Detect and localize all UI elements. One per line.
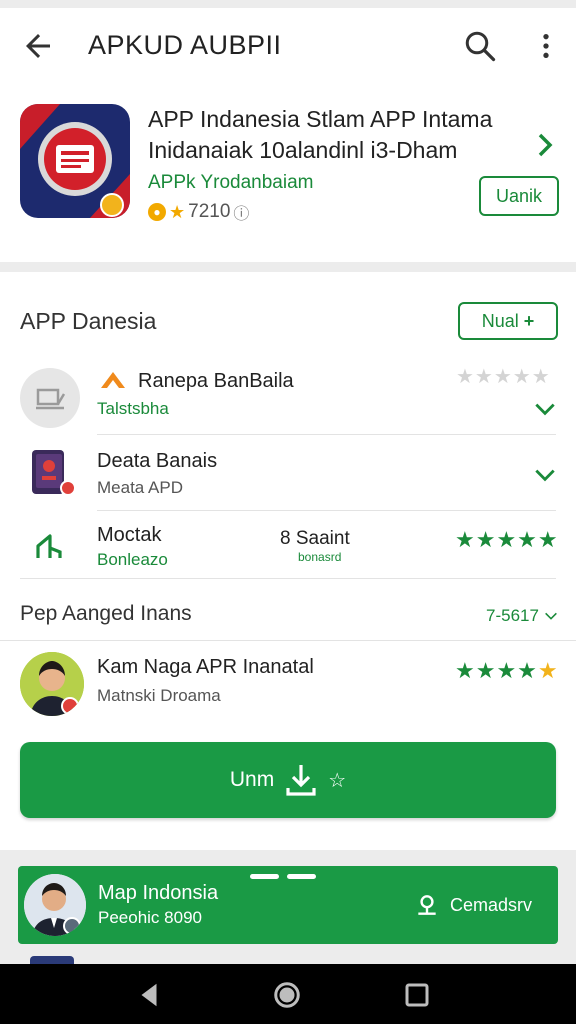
book-app-icon — [30, 448, 76, 498]
nav-recents-icon[interactable] — [402, 980, 432, 1010]
system-nav-bar — [0, 964, 576, 1024]
app-title: APP Indanesia Stlam APP Intama Inidanaia… — [148, 106, 493, 163]
item-name: Deata Banais — [97, 450, 218, 472]
page-title: APKUD AUBPII — [88, 30, 282, 60]
list-item[interactable]: Kam Naga APR Inanatal Matnski Droama ★★★… — [0, 648, 576, 718]
award-icon — [418, 895, 436, 915]
chevron-down-icon — [545, 612, 557, 620]
list-item[interactable]: Ranepa BanBaila Talstsbha ★★★★★ — [0, 362, 576, 434]
item-sub: Bonleazo — [97, 550, 168, 569]
download-label: Unm — [229, 768, 275, 791]
more-vert-icon[interactable] — [530, 28, 562, 64]
person-name: Kam Naga APR Inanatal — [97, 656, 314, 678]
item-mid-label: 8 Saaint — [280, 528, 350, 549]
app-card[interactable]: APP Indanesia Stlam APP Intama Inidanaia… — [0, 86, 576, 262]
arrow-back-icon[interactable] — [20, 28, 56, 64]
download-button[interactable]: Unm ☆ — [20, 742, 556, 818]
item-name: Ranepa BanBaila — [138, 370, 294, 392]
star-icon: ★ — [169, 201, 186, 222]
person-sub: Matnski Droama — [97, 686, 221, 705]
group-value-text: 7-5617 — [486, 606, 539, 625]
list-item[interactable]: Moctak Bonleazo 8 Saaint bonasrd ★★★★★ — [0, 518, 576, 578]
list-item[interactable]: Deata Banais Meata APD — [0, 442, 576, 512]
app-developer[interactable]: APPk Yrodanbaiam — [148, 172, 313, 194]
divider — [20, 578, 556, 579]
chevron-down-icon[interactable] — [532, 396, 558, 422]
new-button-label: Nual — [481, 311, 519, 331]
star-outline-icon: ☆ — [328, 769, 347, 792]
star-rating: ★★★★★ — [455, 658, 559, 683]
chevron-right-icon[interactable] — [530, 130, 560, 160]
divider — [97, 434, 556, 435]
new-button[interactable]: Nual + — [458, 302, 558, 340]
nav-back-icon[interactable] — [134, 980, 164, 1010]
group-value[interactable]: 7-5617 — [486, 606, 559, 626]
unlock-button[interactable]: Uanik — [479, 176, 559, 216]
nav-home-icon[interactable] — [272, 980, 302, 1010]
info-icon: ⓘ — [233, 206, 250, 223]
bar-action-button[interactable]: Cemadsrv — [414, 892, 532, 918]
item-sub: Talstsbha — [97, 399, 169, 418]
drag-handle[interactable] — [250, 874, 316, 880]
bar-subtitle: Peeohic 8090 — [98, 908, 202, 927]
item-sub: Meata APD — [97, 478, 183, 497]
bar-title: Map Indonsia — [98, 882, 219, 904]
news-app-icon — [20, 104, 130, 218]
bar-action-label: Cemadsrv — [450, 894, 533, 915]
plus-icon: + — [523, 311, 535, 331]
item-name: Moctak — [97, 524, 162, 546]
chevron-down-icon[interactable] — [532, 462, 558, 488]
user-avatar-icon — [20, 652, 84, 716]
app-rating: ● ★ 7210 ⓘ — [148, 200, 249, 224]
coin-icon: ● — [148, 203, 166, 221]
sprout-icon — [36, 534, 62, 558]
bottom-mini-player[interactable]: Map Indonsia Peeohic 8090 Cemadsrv — [18, 866, 558, 944]
star-rating: ★★★★★ — [456, 366, 551, 388]
app-bar: APKUD AUBPII — [0, 8, 576, 86]
item-mid-sub: bonasrd — [298, 550, 342, 564]
divider — [0, 640, 576, 641]
star-rating: ★★★★★ — [455, 527, 559, 552]
user-avatar-icon — [24, 874, 86, 936]
warning-icon — [101, 372, 125, 388]
group-title: Pep Aanged Inans — [20, 602, 192, 625]
rating-value: 7210 — [188, 201, 231, 222]
divider — [97, 510, 556, 511]
sweep-icon — [20, 368, 80, 428]
section-title: APP Danesia — [20, 308, 157, 334]
app-list-section: APP Danesia Nual + Ranepa BanBaila Talst… — [0, 272, 576, 850]
search-icon[interactable] — [462, 28, 498, 64]
download-icon — [286, 765, 316, 796]
